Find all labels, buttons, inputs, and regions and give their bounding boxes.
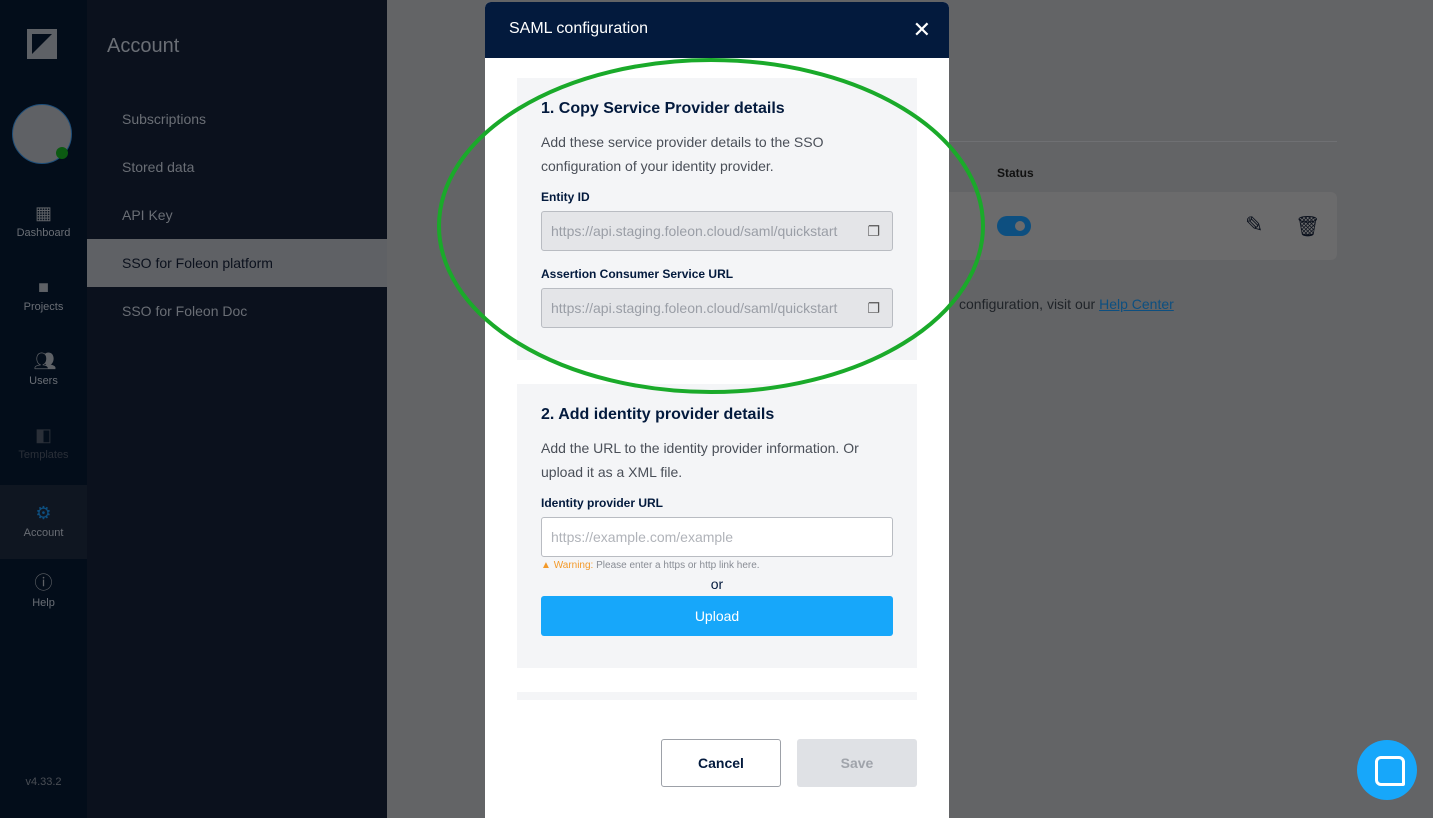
acs-url-field[interactable]: https://api.staging.foleon.cloud/saml/qu… (541, 288, 893, 328)
entity-id-value: https://api.staging.foleon.cloud/saml/qu… (551, 223, 838, 239)
trash-icon[interactable]: 🗑︎ (1295, 214, 1320, 239)
section-description: Add these service provider details to th… (541, 134, 824, 174)
nav-rail: ▦ Dashboard ■ Projects 👥︎ Users ◧ Templates … (0, 0, 87, 818)
acs-url-value: https://api.staging.foleon.cloud/saml/qu… (551, 300, 838, 316)
section-title: 2. Add identity provider details (541, 406, 775, 423)
app-version: v4.33.2 (25, 776, 62, 788)
panel-item-stored-data[interactable]: Stored data (87, 143, 387, 191)
chat-launcher-button[interactable] (1357, 740, 1417, 800)
copy-icon[interactable]: ❐ (867, 289, 880, 327)
help-prefix: configuration, visit our (959, 296, 1100, 312)
account-panel: Account Subscriptions Stored data API Ke… (87, 0, 387, 818)
online-status-dot (56, 147, 68, 159)
entity-id-label: Entity ID (541, 190, 590, 204)
templates-icon: ◧ (34, 425, 52, 445)
nav-dashboard[interactable]: ▦ Dashboard (0, 185, 87, 259)
foleon-logo[interactable] (27, 29, 57, 59)
upload-button[interactable]: Upload (541, 596, 893, 636)
nav-users[interactable]: 👥︎ Users (0, 333, 87, 407)
edit-icon[interactable]: ✎ (1245, 212, 1263, 238)
cancel-button[interactable]: Cancel (661, 739, 781, 787)
divider (949, 141, 1337, 142)
nav-label: Help (32, 597, 55, 609)
warning-icon: ▲ (541, 560, 554, 571)
warning-message: ▲ Warning: Please enter a https or http … (541, 560, 893, 571)
nav-label: Dashboard (16, 227, 71, 239)
nav-templates[interactable]: ◧ Templates (0, 407, 87, 481)
nav-label: Projects (23, 301, 64, 313)
help-text: configuration, visit our Help Center (959, 296, 1174, 312)
section-next (517, 692, 917, 700)
section-description: Add the URL to the identity provider inf… (541, 440, 859, 480)
gear-icon: ⚙ (35, 503, 52, 523)
panel-item-sso-platform[interactable]: SSO for Foleon platform (87, 239, 387, 287)
warning-label: Warning: (553, 560, 594, 571)
folder-icon: ■ (38, 277, 49, 297)
warning-text: Please enter a https or http link here. (593, 560, 760, 571)
saml-configuration-modal: SAML configuration ✕ 1. Copy Service Pro… (485, 2, 949, 818)
help-center-link[interactable]: Help Center (1099, 296, 1174, 312)
section-service-provider: 1. Copy Service Provider details Add the… (517, 78, 917, 360)
status-toggle[interactable] (997, 216, 1031, 236)
status-column-header: Status (997, 166, 1034, 180)
panel-item-subscriptions[interactable]: Subscriptions (87, 95, 387, 143)
idp-url-label: Identity provider URL (541, 496, 664, 510)
acs-url-label: Assertion Consumer Service URL (541, 267, 734, 281)
users-icon: 👥︎ (33, 351, 57, 371)
nav-label: Templates (18, 449, 69, 461)
panel-item-api-key[interactable]: API Key (87, 191, 387, 239)
section-identity-provider: 2. Add identity provider details Add the… (517, 384, 917, 668)
nav-help[interactable]: ⓘ Help (0, 555, 87, 629)
nav-account[interactable]: ⚙ Account (0, 485, 87, 559)
panel-title: Account (107, 35, 180, 57)
close-icon[interactable]: ✕ (913, 17, 931, 43)
idp-url-input[interactable] (541, 517, 893, 557)
info-icon: ⓘ (34, 573, 53, 593)
save-button[interactable]: Save (797, 739, 917, 787)
nav-label: Users (29, 375, 58, 387)
copy-icon[interactable]: ❐ (867, 212, 880, 250)
or-separator: or (710, 576, 724, 592)
entity-id-field[interactable]: https://api.staging.foleon.cloud/saml/qu… (541, 211, 893, 251)
panel-item-sso-doc[interactable]: SSO for Foleon Doc (87, 287, 387, 335)
nav-label: Account (23, 527, 64, 539)
dashboard-icon: ▦ (34, 203, 52, 223)
modal-title: SAML configuration (485, 2, 949, 58)
section-title: 1. Copy Service Provider details (541, 100, 785, 117)
nav-projects[interactable]: ■ Projects (0, 259, 87, 333)
